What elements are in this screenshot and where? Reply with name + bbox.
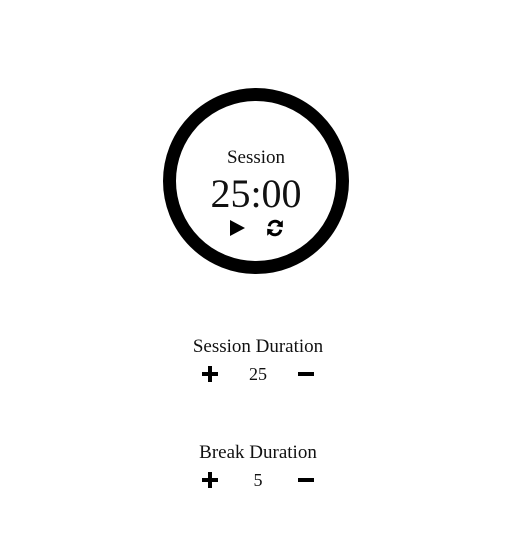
minus-icon — [298, 478, 314, 482]
timer-display: 25:00 — [210, 171, 302, 216]
break-decrement-button[interactable] — [293, 467, 319, 493]
play-button[interactable] — [226, 217, 248, 239]
session-duration-value: 25 — [249, 364, 267, 384]
session-duration-title: Session Duration — [192, 336, 324, 357]
plus-icon — [202, 366, 218, 382]
break-duration-controls: 5 — [0, 467, 516, 493]
break-duration-value: 5 — [253, 470, 263, 490]
minus-icon — [298, 372, 314, 376]
session-increment-button[interactable] — [197, 361, 223, 387]
plus-icon — [202, 472, 218, 488]
timer-controls — [176, 217, 336, 239]
session-duration-section: Session Duration 25 — [0, 335, 516, 387]
timer-label: Session — [226, 147, 286, 168]
reset-button[interactable] — [264, 217, 286, 239]
break-duration-title: Break Duration — [199, 442, 317, 463]
timer-circle: Session 25:00 — [163, 88, 349, 274]
play-icon — [230, 220, 245, 236]
session-duration-controls: 25 — [0, 361, 516, 387]
break-duration-section: Break Duration 5 — [0, 441, 516, 493]
break-increment-button[interactable] — [197, 467, 223, 493]
session-decrement-button[interactable] — [293, 361, 319, 387]
refresh-icon — [267, 219, 283, 237]
